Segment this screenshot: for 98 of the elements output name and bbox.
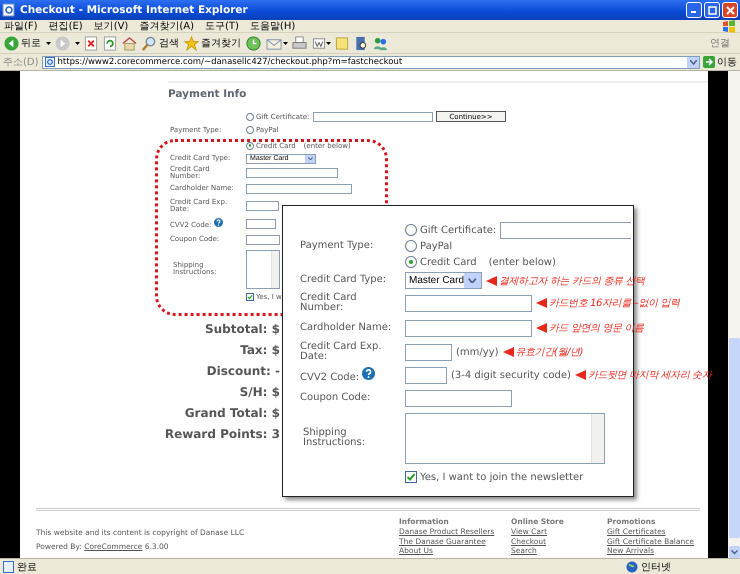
checkbox[interactable] [246,293,254,301]
shipping-instructions-field[interactable] [405,412,605,464]
favorites-button[interactable]: 즐겨찾기 [184,36,241,50]
messenger-icon[interactable] [373,36,388,50]
minimize-button[interactable] [686,2,702,18]
format-hint: (mm/yy) [456,346,498,358]
radio-label: Credit Card [420,256,477,268]
total-line: Subtotal: $ [204,322,280,336]
back-button[interactable]: 뒤로 [4,36,41,50]
field-label: Credit Card Number: [300,292,358,314]
radio-button[interactable] [246,142,254,150]
radio-note: (enter below) [488,256,556,268]
field-label: Credit Card Type: [300,275,386,286]
help-icon[interactable] [362,366,376,380]
menu-item[interactable]: 파일(F) [4,19,38,33]
pointer-triangle-icon [536,323,547,333]
maximize-button[interactable] [704,2,720,18]
field-label: Coupon Code: [300,392,370,404]
page-icon [3,560,14,572]
research-icon[interactable] [354,36,368,50]
field-label: CVV2 Code: [300,372,360,384]
links-label[interactable]: 연결 [710,36,730,50]
pointer-triangle-icon [536,298,547,308]
radio-button[interactable] [246,112,254,120]
text-field[interactable] [246,218,276,228]
text-field[interactable] [405,390,512,406]
pointer-triangle-icon [502,347,514,357]
go-arrow-icon [703,56,715,68]
gift-certificate-field[interactable] [313,112,434,122]
radio-label: Gift Certificate: [420,224,496,236]
star-icon [184,36,199,50]
maximize-icon [708,6,716,14]
address-label: 주소(D) [3,56,39,69]
format-hint: (3-4 digit security code) [451,370,571,380]
checkbox-label: Yes, I want to join the newsletter [420,472,584,482]
scrollbar[interactable] [728,71,740,558]
close-icon [726,6,734,14]
menu-item[interactable]: 편집(E) [48,19,83,33]
windows-logo-icon [721,19,737,35]
radio-button[interactable] [246,126,254,134]
home-icon[interactable] [122,36,137,50]
dropdown-caret-icon[interactable] [75,42,80,44]
text-field[interactable] [405,294,532,312]
edit-icon[interactable] [312,36,326,50]
radio-button[interactable] [405,224,417,236]
checkbox[interactable] [405,471,417,483]
annotation-text: 카드번호 16자리를 –없이 입력 [549,297,680,310]
menu-item[interactable]: 즐겨찾기(A) [139,19,194,33]
status-text: 완료 [3,560,37,574]
close-button[interactable] [722,2,738,18]
annotation-text: 유효기간(월/년) [516,346,584,359]
window-title: Checkout - Microsoft Internet Explorer [20,4,249,16]
radio-label: PayPal [420,240,452,252]
card-type-select[interactable]: Master Card [405,272,482,289]
shipping-instructions-field[interactable] [246,250,280,288]
text-field[interactable] [405,320,532,336]
text-field[interactable] [246,235,280,245]
field-label: Credit Card Exp. Date: [300,342,383,362]
radio-button[interactable] [405,240,417,252]
internet-zone-label: 인터넷 [626,560,671,574]
dropdown-caret-icon[interactable] [46,42,51,44]
pointer-triangle-icon [574,370,586,380]
print-icon[interactable] [292,36,307,50]
total-line: Discount: - [206,364,280,378]
total-line: Reward Points: 3 [164,426,280,440]
menu-item[interactable]: 도구(T) [205,19,239,33]
menu-item[interactable]: 도움말(H) [250,19,296,33]
field-label: Payment Type: [300,240,374,252]
text-field[interactable] [405,344,452,360]
menu-item[interactable]: 보기(V) [94,19,128,33]
page-icon [44,57,55,67]
field-label: Cardholder Name: [300,322,392,334]
address-field[interactable]: https://www2.corecommerce.com/~danasellc427/checkout.php?m=fastcheckout [42,56,700,68]
total-line: S/H: $ [238,384,280,398]
refresh-icon[interactable] [103,36,117,50]
text-field[interactable] [405,366,447,384]
dropdown-arrow-icon[interactable] [687,56,699,68]
help-icon[interactable] [214,218,223,227]
gift-certificate-field[interactable] [500,222,632,238]
scroll-down-icon[interactable] [730,550,738,554]
field-label: Shipping Instructions: [303,428,366,448]
history-icon[interactable] [246,36,261,50]
search-icon [142,36,157,50]
browser-page-icon [2,3,16,17]
dropdown-caret-icon[interactable] [326,42,331,44]
go-button[interactable]: 이동 [703,55,737,69]
pointer-triangle-icon [486,276,498,286]
radio-button[interactable] [405,256,417,268]
total-line: Tax: $ [239,342,280,356]
text-field[interactable] [246,184,352,194]
section-heading: Payment Info [168,88,248,100]
globe-icon [626,561,638,573]
text-field[interactable] [246,168,338,178]
search-button[interactable]: 검색 [142,36,179,50]
text-field[interactable] [246,201,279,211]
stop-icon[interactable] [84,36,98,50]
total-line: Grand Total: $ [184,406,280,420]
dropdown-caret-icon[interactable] [283,42,288,44]
